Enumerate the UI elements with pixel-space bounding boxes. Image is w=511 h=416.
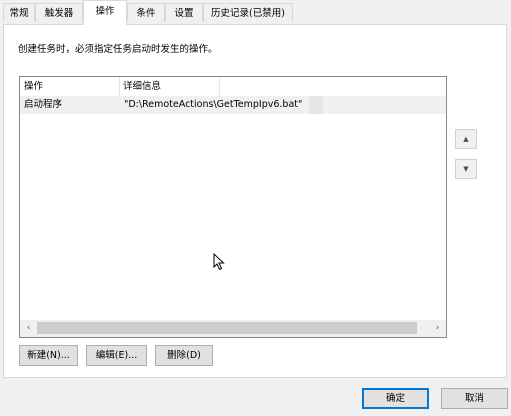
row-end-marker — [309, 96, 323, 114]
tab-triggers[interactable]: 触发器 — [35, 3, 83, 22]
delete-action-button[interactable]: 删除(D) — [155, 345, 213, 366]
column-header-details[interactable]: 详细信息 — [120, 77, 220, 96]
tab-settings[interactable]: 设置 — [165, 3, 203, 22]
mouse-pointer-icon — [213, 253, 225, 271]
scrollbar-thumb[interactable] — [37, 322, 417, 334]
move-down-button[interactable]: ▼ — [455, 159, 477, 179]
tab-actions[interactable]: 操作 — [83, 0, 127, 25]
ok-button[interactable]: 确定 — [362, 388, 429, 409]
actions-list[interactable]: 操作 详细信息 启动程序 "D:\RemoteActions\GetTempIp… — [19, 76, 447, 338]
tab-bar: 常规 触发器 操作 条件 设置 历史记录(已禁用) — [0, 0, 511, 25]
actions-description: 创建任务时，必须指定任务启动时发生的操作。 — [18, 44, 218, 55]
scroll-left-icon[interactable]: ‹ — [20, 320, 37, 337]
scroll-right-icon[interactable]: › — [429, 320, 446, 337]
cancel-button[interactable]: 取消 — [441, 388, 508, 409]
tab-conditions[interactable]: 条件 — [127, 3, 165, 22]
action-details-cell: "D:\RemoteActions\GetTempIpv6.bat" — [124, 99, 303, 110]
edit-action-button[interactable]: 编辑(E)... — [86, 345, 147, 366]
tab-history[interactable]: 历史记录(已禁用) — [203, 3, 293, 22]
action-type-cell: 启动程序 — [24, 99, 63, 110]
new-action-button[interactable]: 新建(N)... — [19, 345, 78, 366]
move-up-button[interactable]: ▲ — [455, 129, 477, 149]
column-header-action[interactable]: 操作 — [20, 77, 120, 96]
table-row[interactable]: 启动程序 "D:\RemoteActions\GetTempIpv6.bat" — [20, 96, 446, 114]
tab-general[interactable]: 常规 — [3, 3, 35, 22]
horizontal-scrollbar[interactable]: ‹ › — [20, 320, 446, 337]
